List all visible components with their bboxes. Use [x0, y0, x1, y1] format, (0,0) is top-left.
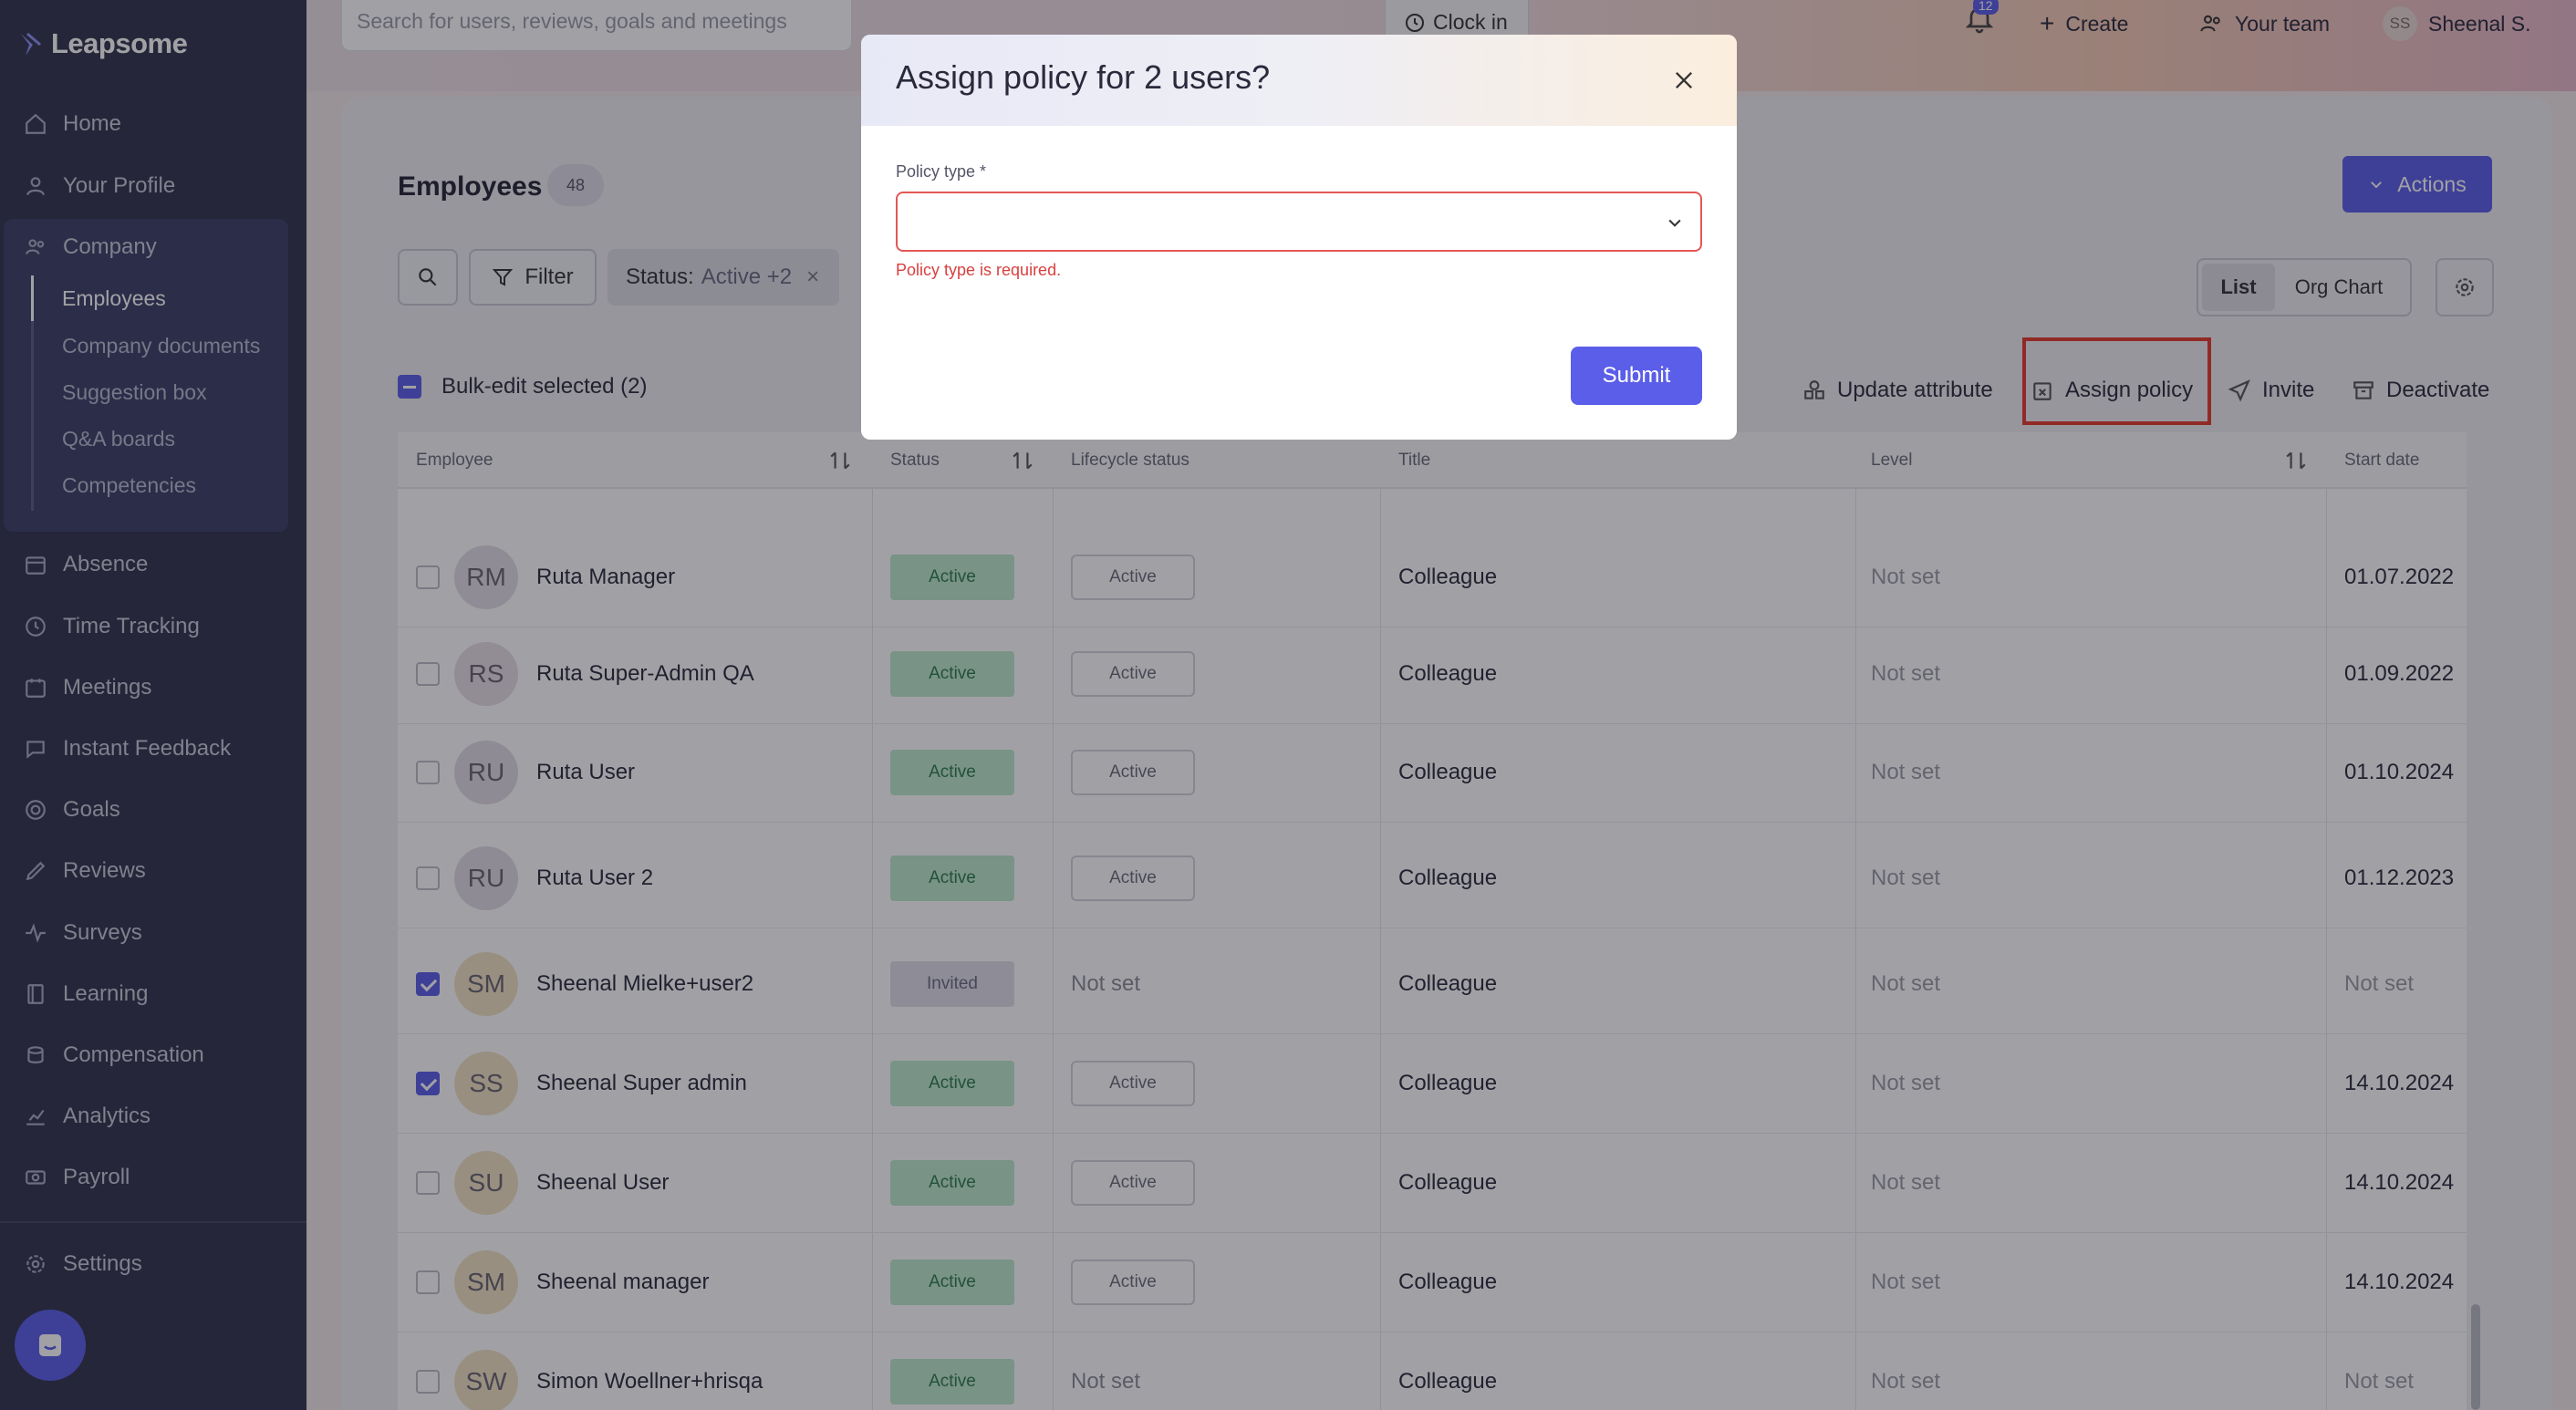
policy-type-select[interactable]	[896, 192, 1702, 252]
close-icon	[1676, 72, 1692, 88]
dialog-title: Assign policy for 2 users?	[896, 58, 1271, 96]
policy-type-error: Policy type is required.	[896, 261, 1062, 279]
submit-button[interactable]: Submit	[1571, 347, 1702, 405]
assign-policy-dialog: Assign policy for 2 users? Policy type *…	[861, 35, 1737, 440]
policy-type-label: Policy type *	[896, 162, 987, 181]
close-button[interactable]	[1664, 60, 1704, 100]
chevron-down-icon	[1668, 219, 1681, 227]
